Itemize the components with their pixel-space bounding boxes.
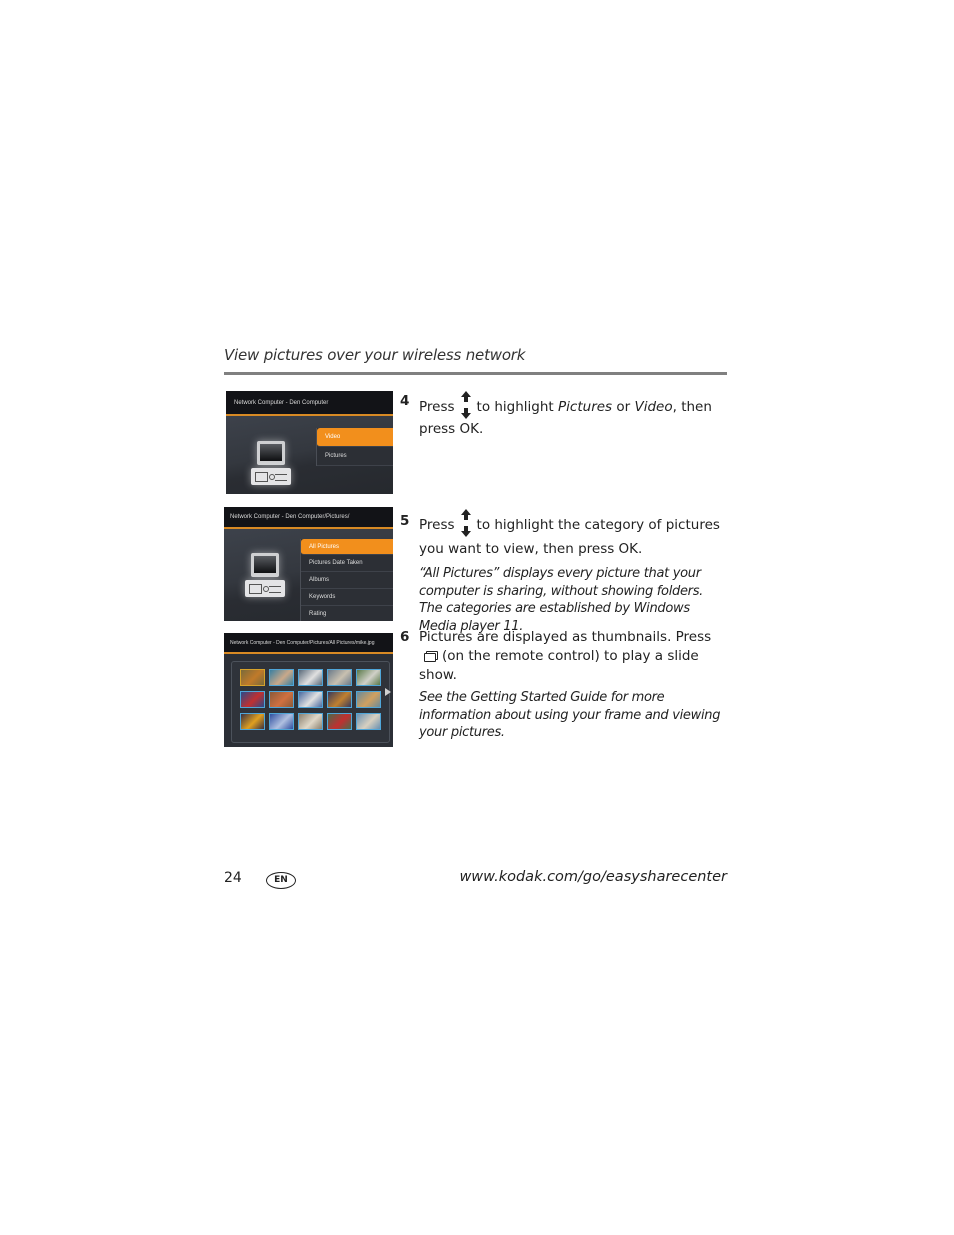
screenshot-thumbnails: Network Computer - Den Computer/Pictures… — [224, 633, 393, 747]
next-page-arrow-icon[interactable] — [385, 688, 391, 696]
thumbnail[interactable] — [298, 669, 323, 686]
thumbnail[interactable] — [356, 691, 381, 708]
thumbnail[interactable] — [298, 691, 323, 708]
step-5: 5 Press to highlight the category of pic… — [400, 509, 730, 635]
screen-title-bar: Network Computer - Den Computer/Pictures… — [224, 507, 393, 529]
step-4: 4 Press to highlight Pictures or Video, … — [400, 391, 730, 439]
up-down-arrow-icon — [459, 509, 473, 537]
step-text: Pictures are displayed as thumbnails. Pr… — [419, 629, 712, 683]
screenshot-den-computer: Network Computer - Den Computer Video Pi… — [226, 391, 393, 494]
menu-item-albums[interactable]: Albums — [301, 572, 393, 589]
thumbnail[interactable] — [327, 713, 352, 730]
step-6: 6 Pictures are displayed as thumbnails. … — [400, 628, 730, 742]
thumbnail[interactable] — [240, 691, 265, 708]
thumbnail[interactable] — [327, 669, 352, 686]
screen-title-bar: Network Computer - Den Computer — [226, 391, 393, 416]
step-note: “All Pictures” displays every picture th… — [419, 566, 704, 634]
page-number: 24 — [224, 870, 242, 886]
screen-title: Network Computer - Den Computer — [234, 400, 329, 406]
thumbnail[interactable] — [269, 669, 294, 686]
language-badge: EN — [266, 872, 296, 889]
step-text: Press to highlight Pictures or Video, th… — [419, 391, 730, 439]
slideshow-icon — [424, 651, 438, 662]
step-text: Press to highlight the category of pictu… — [419, 509, 730, 561]
up-down-arrow-icon — [459, 391, 473, 419]
menu-item-pictures[interactable]: Pictures — [317, 447, 393, 466]
section-title: View pictures over your wireless network — [224, 346, 526, 364]
thumbnail[interactable] — [356, 713, 381, 730]
menu-item-all-pictures[interactable]: All Pictures — [301, 539, 393, 555]
menu-list: Video Pictures — [316, 428, 393, 466]
menu-item-pictures-date-taken[interactable]: Pictures Date Taken — [301, 555, 393, 572]
menu-item-video[interactable]: Video — [317, 428, 393, 447]
thumbnail[interactable] — [356, 669, 381, 686]
header-rule — [224, 372, 727, 375]
computer-icon — [245, 553, 285, 599]
computer-icon — [251, 441, 291, 487]
step-number: 5 — [400, 513, 410, 529]
thumbnail[interactable] — [240, 713, 265, 730]
thumbnail[interactable] — [269, 691, 294, 708]
screenshot-pictures-categories: Network Computer - Den Computer/Pictures… — [224, 507, 393, 621]
thumbnail-grid — [240, 669, 381, 730]
thumbnail[interactable] — [269, 713, 294, 730]
step-number: 6 — [400, 629, 410, 645]
thumbnail[interactable] — [298, 713, 323, 730]
menu-list: All Pictures Pictures Date Taken Albums … — [300, 539, 393, 621]
menu-item-keywords[interactable]: Keywords — [301, 589, 393, 606]
step-note: See the Getting Started Guide for more i… — [419, 690, 721, 740]
screen-title: Network Computer - Den Computer/Pictures… — [230, 640, 375, 646]
thumbnail[interactable] — [240, 669, 265, 686]
thumbnail[interactable] — [327, 691, 352, 708]
footer-url[interactable]: www.kodak.com/go/easysharecenter — [459, 869, 727, 885]
screen-title-bar: Network Computer - Den Computer/Pictures… — [224, 633, 393, 654]
screen-title: Network Computer - Den Computer/Pictures… — [230, 514, 350, 520]
step-number: 4 — [400, 393, 410, 409]
thumbnail-panel — [231, 661, 390, 743]
menu-item-rating[interactable]: Rating — [301, 606, 393, 621]
